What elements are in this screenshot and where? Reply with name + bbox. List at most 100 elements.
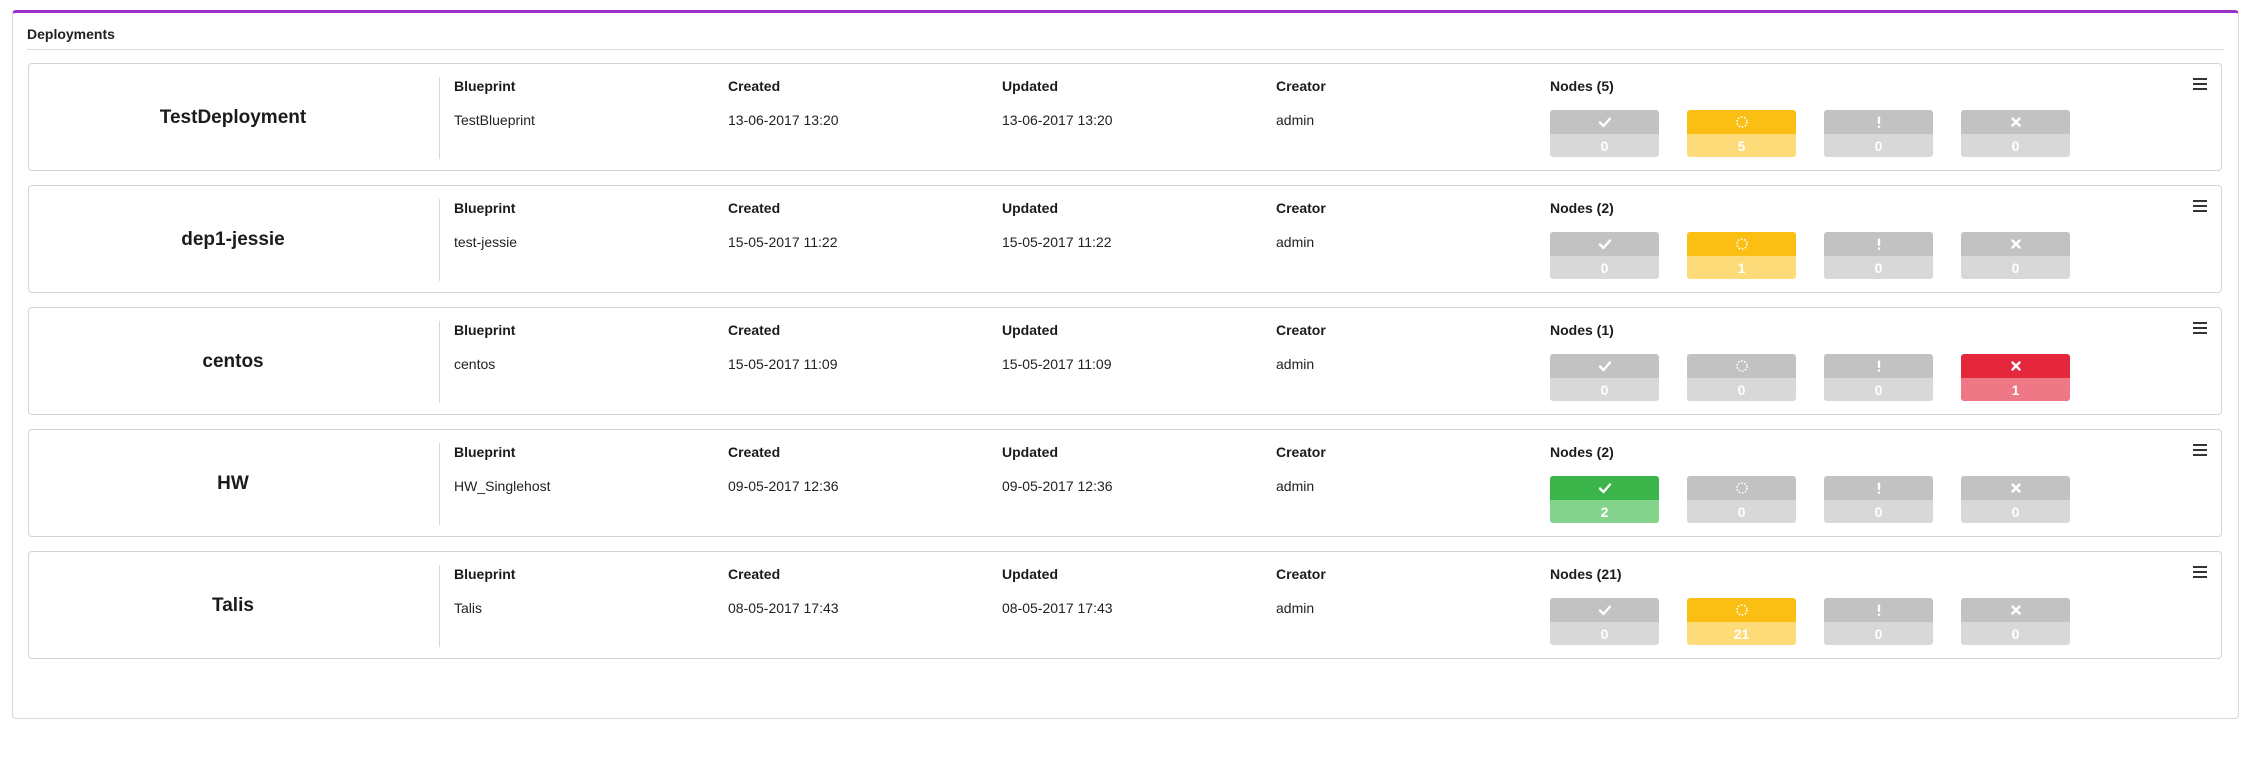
spinner-icon <box>1687 476 1796 500</box>
deployment-name[interactable]: HW <box>29 430 437 538</box>
node-state-completed-badge[interactable]: 0 <box>1550 110 1659 157</box>
node-count: 0 <box>1687 500 1796 523</box>
spinner-icon <box>1687 110 1796 134</box>
blueprint-column: Blueprint centos <box>454 322 515 372</box>
check-icon <box>1550 232 1659 256</box>
deployment-name[interactable]: centos <box>29 308 437 416</box>
created-label: Created <box>728 566 781 582</box>
creator-value: admin <box>1276 112 1315 128</box>
card-divider <box>439 443 440 525</box>
creator-value: admin <box>1276 478 1315 494</box>
creator-column: Creator admin <box>1276 78 1326 128</box>
node-count: 0 <box>1550 134 1659 157</box>
deployment-name[interactable]: Talis <box>29 552 437 660</box>
creator-column: Creator admin <box>1276 322 1326 372</box>
nodes-label: Nodes (1) <box>1550 322 1614 338</box>
node-state-failed-badge[interactable]: 1 <box>1961 354 2070 401</box>
updated-column: Updated 15-05-2017 11:22 <box>1002 200 1112 250</box>
node-count: 0 <box>1550 256 1659 279</box>
deployment-card[interactable]: HW Blueprint HW_Singlehost Created 09-05… <box>28 429 2222 537</box>
spinner-icon <box>1687 598 1796 622</box>
deployment-card[interactable]: dep1-jessie Blueprint test-jessie Create… <box>28 185 2222 293</box>
node-state-in-progress-badge[interactable]: 21 <box>1687 598 1796 645</box>
updated-value: 13-06-2017 13:20 <box>1002 112 1113 128</box>
created-value: 09-05-2017 12:36 <box>728 478 839 494</box>
node-state-warning-badge[interactable]: 0 <box>1824 598 1933 645</box>
node-state-in-progress-badge[interactable]: 0 <box>1687 476 1796 523</box>
created-column: Created 09-05-2017 12:36 <box>728 444 839 494</box>
updated-label: Updated <box>1002 566 1058 582</box>
node-state-warning-badge[interactable]: 0 <box>1824 354 1933 401</box>
updated-label: Updated <box>1002 444 1058 460</box>
nodes-column: Nodes (1) <box>1550 322 1614 340</box>
check-icon <box>1550 476 1659 500</box>
nodes-label: Nodes (21) <box>1550 566 1622 582</box>
updated-label: Updated <box>1002 200 1058 216</box>
updated-label: Updated <box>1002 322 1058 338</box>
node-state-failed-badge[interactable]: 0 <box>1961 476 2070 523</box>
node-state-failed-badge[interactable]: 0 <box>1961 110 2070 157</box>
node-count: 0 <box>1961 500 2070 523</box>
blueprint-value[interactable]: Talis <box>454 600 515 616</box>
creator-column: Creator admin <box>1276 444 1326 494</box>
node-state-warning-badge[interactable]: 0 <box>1824 476 1933 523</box>
created-label: Created <box>728 444 781 460</box>
updated-value: 15-05-2017 11:09 <box>1002 356 1112 372</box>
deployment-name[interactable]: TestDeployment <box>29 64 437 172</box>
check-icon <box>1550 110 1659 134</box>
exclamation-icon <box>1824 476 1933 500</box>
check-icon <box>1550 598 1659 622</box>
node-state-in-progress-badge[interactable]: 0 <box>1687 354 1796 401</box>
close-icon <box>1961 354 2070 378</box>
exclamation-icon <box>1824 598 1933 622</box>
node-state-failed-badge[interactable]: 0 <box>1961 232 2070 279</box>
blueprint-label: Blueprint <box>454 444 516 460</box>
creator-label: Creator <box>1276 200 1326 216</box>
blueprint-column: Blueprint Talis <box>454 566 515 616</box>
deployment-card[interactable]: Talis Blueprint Talis Created 08-05-2017… <box>28 551 2222 659</box>
menu-icon[interactable] <box>2193 200 2207 212</box>
deployment-name[interactable]: dep1-jessie <box>29 186 437 294</box>
spinner-icon <box>1687 354 1796 378</box>
card-divider <box>439 321 440 403</box>
node-state-completed-badge[interactable]: 2 <box>1550 476 1659 523</box>
node-count: 0 <box>1550 378 1659 401</box>
node-state-warning-badge[interactable]: 0 <box>1824 232 1933 279</box>
created-value: 13-06-2017 13:20 <box>728 112 839 128</box>
node-state-in-progress-badge[interactable]: 5 <box>1687 110 1796 157</box>
node-state-in-progress-badge[interactable]: 1 <box>1687 232 1796 279</box>
nodes-column: Nodes (2) <box>1550 444 1614 462</box>
creator-label: Creator <box>1276 78 1326 94</box>
blueprint-value[interactable]: test-jessie <box>454 234 517 250</box>
blueprint-column: Blueprint HW_Singlehost <box>454 444 551 494</box>
node-count: 0 <box>1824 622 1933 645</box>
node-state-completed-badge[interactable]: 0 <box>1550 598 1659 645</box>
blueprint-value[interactable]: HW_Singlehost <box>454 478 551 494</box>
node-count: 0 <box>1824 500 1933 523</box>
node-state-warning-badge[interactable]: 0 <box>1824 110 1933 157</box>
node-state-completed-badge[interactable]: 0 <box>1550 232 1659 279</box>
creator-label: Creator <box>1276 566 1326 582</box>
menu-icon[interactable] <box>2193 78 2207 90</box>
menu-icon[interactable] <box>2193 322 2207 334</box>
node-count: 5 <box>1687 134 1796 157</box>
deployment-card[interactable]: TestDeployment Blueprint TestBlueprint C… <box>28 63 2222 171</box>
node-state-completed-badge[interactable]: 0 <box>1550 354 1659 401</box>
node-count: 0 <box>1824 378 1933 401</box>
created-label: Created <box>728 200 781 216</box>
deployment-card[interactable]: centos Blueprint centos Created 15-05-20… <box>28 307 2222 415</box>
updated-value: 09-05-2017 12:36 <box>1002 478 1113 494</box>
menu-icon[interactable] <box>2193 444 2207 456</box>
deployments-widget: Deployments TestDeployment Blueprint Tes… <box>12 10 2239 719</box>
node-count: 21 <box>1687 622 1796 645</box>
updated-label: Updated <box>1002 78 1058 94</box>
created-column: Created 08-05-2017 17:43 <box>728 566 839 616</box>
blueprint-value[interactable]: TestBlueprint <box>454 112 535 128</box>
menu-icon[interactable] <box>2193 566 2207 578</box>
check-icon <box>1550 354 1659 378</box>
card-divider <box>439 565 440 647</box>
creator-column: Creator admin <box>1276 566 1326 616</box>
node-state-failed-badge[interactable]: 0 <box>1961 598 2070 645</box>
created-column: Created 13-06-2017 13:20 <box>728 78 839 128</box>
blueprint-value[interactable]: centos <box>454 356 515 372</box>
